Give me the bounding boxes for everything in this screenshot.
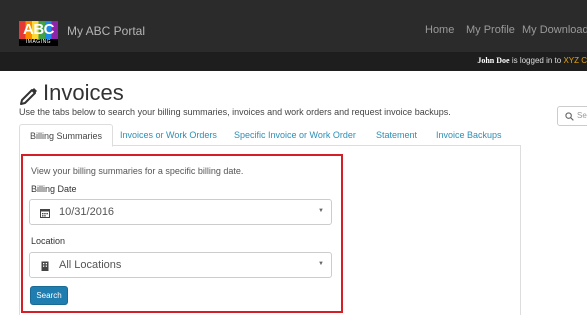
- tab-invoices-or-work-orders[interactable]: Invoices or Work Orders: [120, 124, 217, 146]
- pencil-icon: [20, 88, 37, 105]
- chevron-down-icon: ▼: [318, 208, 324, 214]
- user-name: John Doe: [477, 56, 510, 65]
- form-description: View your billing summaries for a specif…: [31, 166, 244, 176]
- org-name[interactable]: XYZ C: [563, 56, 587, 65]
- billing-date-value: 10/31/2016: [59, 206, 115, 218]
- nav-my-profile[interactable]: My Profile: [466, 24, 515, 36]
- page-title: Invoices: [43, 80, 124, 105]
- calendar-icon: [40, 209, 50, 218]
- nav-home[interactable]: Home: [425, 24, 454, 36]
- location-value: All Locations: [59, 259, 122, 271]
- page-intro-text: Use the tabs below to search your billin…: [19, 107, 451, 117]
- nav-my-downloads[interactable]: My Downloads: [522, 24, 587, 36]
- search-button[interactable]: Search: [30, 286, 68, 305]
- chevron-down-icon: ▼: [318, 261, 324, 267]
- logo-subtext: IMAGING: [25, 39, 52, 45]
- tab-specific-invoice-or-work-order[interactable]: Specific Invoice or Work Order: [234, 124, 356, 146]
- tab-statement[interactable]: Statement: [376, 124, 417, 146]
- tab-invoice-backups[interactable]: Invoice Backups: [436, 124, 502, 146]
- logo-text: ABC: [23, 21, 55, 38]
- user-status-bar: John Doe is logged in to XYZ C: [0, 52, 587, 71]
- abc-imaging-logo[interactable]: ABC IMAGING: [19, 21, 58, 46]
- invoice-tabs: Billing Summaries Invoices or Work Order…: [19, 124, 521, 147]
- search-placeholder: Sea: [577, 111, 587, 120]
- portal-title[interactable]: My ABC Portal: [67, 24, 145, 38]
- tab-billing-summaries[interactable]: Billing Summaries: [19, 124, 114, 147]
- building-icon: [41, 261, 49, 271]
- login-status: John Doe is logged in to XYZ C: [477, 56, 587, 65]
- billing-date-select[interactable]: 10/31/2016 ▼: [29, 199, 332, 225]
- location-label: Location: [31, 236, 66, 246]
- search-icon: [565, 112, 574, 121]
- search-input[interactable]: Sea: [557, 106, 587, 126]
- location-select[interactable]: All Locations ▼: [29, 252, 332, 278]
- highlight-box: [21, 154, 343, 313]
- top-navbar: ABC IMAGING My ABC Portal Home My Profil…: [0, 0, 587, 71]
- billing-date-label: Billing Date: [31, 184, 77, 194]
- login-status-text: is logged in to: [511, 56, 562, 65]
